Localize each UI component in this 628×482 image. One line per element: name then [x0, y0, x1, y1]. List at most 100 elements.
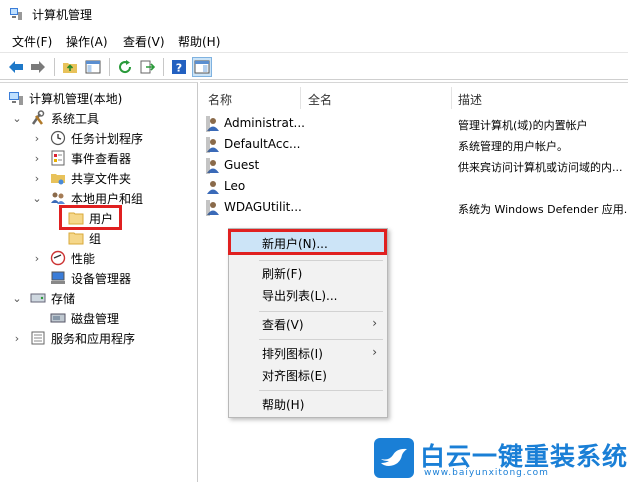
- help-icon[interactable]: ?: [169, 57, 189, 77]
- menu-help-item-label: 帮助(H): [262, 397, 305, 412]
- show-hide-tree-icon[interactable]: [83, 57, 103, 77]
- tree-event-viewer-label: 事件查看器: [71, 151, 132, 166]
- user-icon: [206, 200, 219, 216]
- tree-disk-management-label: 磁盘管理: [71, 311, 120, 326]
- list-item[interactable]: Administrat... 管理计算机(域)的内置帐户: [200, 113, 628, 134]
- disk-icon: [50, 310, 66, 326]
- tree-root-label: 计算机管理(本地): [29, 91, 123, 106]
- watermark-url: www.baiyunxitong.com: [424, 468, 549, 478]
- show-console-tree-icon[interactable]: [192, 57, 212, 77]
- list-item[interactable]: Guest 供来宾访问计算机或访问域的内...: [200, 155, 628, 176]
- shared-folder-icon: [50, 170, 66, 186]
- tree-shared-folders[interactable]: 共享文件夹: [50, 168, 131, 188]
- user-name: Leo: [224, 179, 246, 193]
- menu-refresh[interactable]: 刷新(F): [229, 262, 387, 284]
- console-tree: 计算机管理(本地) ⌄ 系统工具 › 任务计划程序 › 事件查看器 › 共享文件…: [0, 82, 198, 482]
- title-bar: 计算机管理: [0, 0, 628, 28]
- bird-logo-icon: [374, 438, 414, 478]
- user-name: DefaultAcc...: [224, 137, 301, 151]
- tools-icon: [30, 110, 46, 126]
- list-item[interactable]: Leo: [200, 176, 628, 197]
- menu-refresh-label: 刷新(F): [262, 266, 303, 281]
- users-highlight-box: [59, 205, 122, 230]
- tree-performance-label: 性能: [71, 251, 96, 266]
- services-icon: [30, 330, 46, 346]
- tree-performance[interactable]: 性能: [50, 248, 95, 268]
- menu-bar: 文件(F) 操作(A) 查看(V) 帮助(H): [0, 30, 628, 50]
- column-header-description[interactable]: 描述: [458, 88, 482, 110]
- new-user-highlight-box: [228, 229, 387, 255]
- user-description: 系统管理的用户帐户。: [458, 140, 568, 153]
- expand-local-users-icon[interactable]: ⌄: [32, 188, 42, 208]
- window-title: 计算机管理: [32, 8, 93, 22]
- submenu-arrow-icon: ›: [372, 345, 377, 359]
- column-header-fullname[interactable]: 全名: [308, 88, 332, 110]
- menu-help-item[interactable]: 帮助(H): [229, 393, 387, 415]
- storage-icon: [30, 290, 46, 306]
- device-manager-icon: [50, 270, 66, 286]
- toolbar: ?: [0, 52, 628, 80]
- clock-icon: [50, 130, 66, 146]
- tree-storage-label: 存储: [51, 291, 76, 306]
- expand-event-viewer-icon[interactable]: ›: [32, 148, 42, 168]
- user-name: Guest: [224, 158, 260, 172]
- menu-file[interactable]: 文件(F): [12, 33, 52, 50]
- user-icon: [206, 116, 219, 132]
- tree-groups[interactable]: 组: [68, 228, 101, 248]
- expand-shared-folders-icon[interactable]: ›: [32, 168, 42, 188]
- expand-storage-icon[interactable]: ⌄: [12, 288, 22, 308]
- column-header-name[interactable]: 名称: [208, 88, 232, 110]
- user-icon: [206, 158, 219, 174]
- user-name: Administrat...: [224, 116, 304, 130]
- menu-view-label: 查看(V): [262, 317, 304, 332]
- submenu-arrow-icon: ›: [372, 316, 377, 330]
- list-item[interactable]: DefaultAcc... 系统管理的用户帐户。: [200, 134, 628, 155]
- expand-system-tools-icon[interactable]: ⌄: [12, 108, 22, 128]
- back-arrow-icon[interactable]: [6, 57, 26, 77]
- tree-disk-management[interactable]: 磁盘管理: [50, 308, 119, 328]
- tree-storage[interactable]: 存储: [30, 288, 75, 308]
- tree-system-tools-label: 系统工具: [51, 111, 100, 126]
- tree-task-scheduler[interactable]: 任务计划程序: [50, 128, 143, 148]
- tree-device-manager-label: 设备管理器: [71, 271, 132, 286]
- menu-help[interactable]: 帮助(H): [178, 33, 220, 50]
- expand-services-icon[interactable]: ›: [12, 328, 22, 348]
- tree-system-tools[interactable]: 系统工具: [30, 108, 99, 128]
- tree-services-apps[interactable]: 服务和应用程序: [30, 328, 135, 348]
- performance-icon: [50, 250, 66, 266]
- menu-export-list[interactable]: 导出列表(L)...: [229, 284, 387, 306]
- menu-align-icons[interactable]: 对齐图标(E): [229, 364, 387, 386]
- forward-arrow-icon[interactable]: [28, 57, 48, 77]
- folder-icon: [68, 230, 84, 246]
- export-list-icon[interactable]: [137, 57, 157, 77]
- computer-management-icon: [10, 8, 22, 20]
- tree-local-users-groups-label: 本地用户和组: [71, 191, 144, 206]
- menu-arrange-icons[interactable]: 排列图标(I) ›: [229, 342, 387, 364]
- menu-export-list-label: 导出列表(L)...: [262, 288, 338, 303]
- svg-text:?: ?: [176, 62, 182, 75]
- expand-task-scheduler-icon[interactable]: ›: [32, 128, 42, 148]
- user-description: 管理计算机(域)的内置帐户: [458, 119, 588, 132]
- tree-task-scheduler-label: 任务计划程序: [71, 131, 144, 146]
- context-menu: 新用户(N)... 刷新(F) 导出列表(L)... 查看(V) › 排列图标(…: [228, 228, 388, 418]
- menu-action[interactable]: 操作(A): [66, 33, 108, 50]
- user-description: 系统为 Windows Defender 应用...: [458, 203, 628, 216]
- computer-management-icon: [8, 90, 24, 106]
- tree-groups-label: 组: [89, 231, 102, 246]
- tree-root[interactable]: 计算机管理(本地): [8, 88, 122, 108]
- tree-device-manager[interactable]: 设备管理器: [50, 268, 131, 288]
- user-name: WDAGUtilit...: [224, 200, 302, 214]
- user-icon: [206, 137, 219, 153]
- expand-performance-icon[interactable]: ›: [32, 248, 42, 268]
- up-folder-icon[interactable]: [60, 57, 80, 77]
- refresh-icon[interactable]: [115, 57, 135, 77]
- user-icon: [207, 181, 219, 194]
- tree-shared-folders-label: 共享文件夹: [71, 171, 132, 186]
- tree-services-apps-label: 服务和应用程序: [51, 331, 136, 346]
- watermark: 白云一键重装系统 www.baiyunxitong.com: [374, 438, 628, 482]
- list-item[interactable]: WDAGUtilit... 系统为 Windows Defender 应用...: [200, 197, 628, 218]
- tree-event-viewer[interactable]: 事件查看器: [50, 148, 131, 168]
- menu-view-submenu[interactable]: 查看(V) ›: [229, 313, 387, 335]
- users-group-icon: [50, 190, 66, 206]
- menu-view[interactable]: 查看(V): [123, 33, 165, 50]
